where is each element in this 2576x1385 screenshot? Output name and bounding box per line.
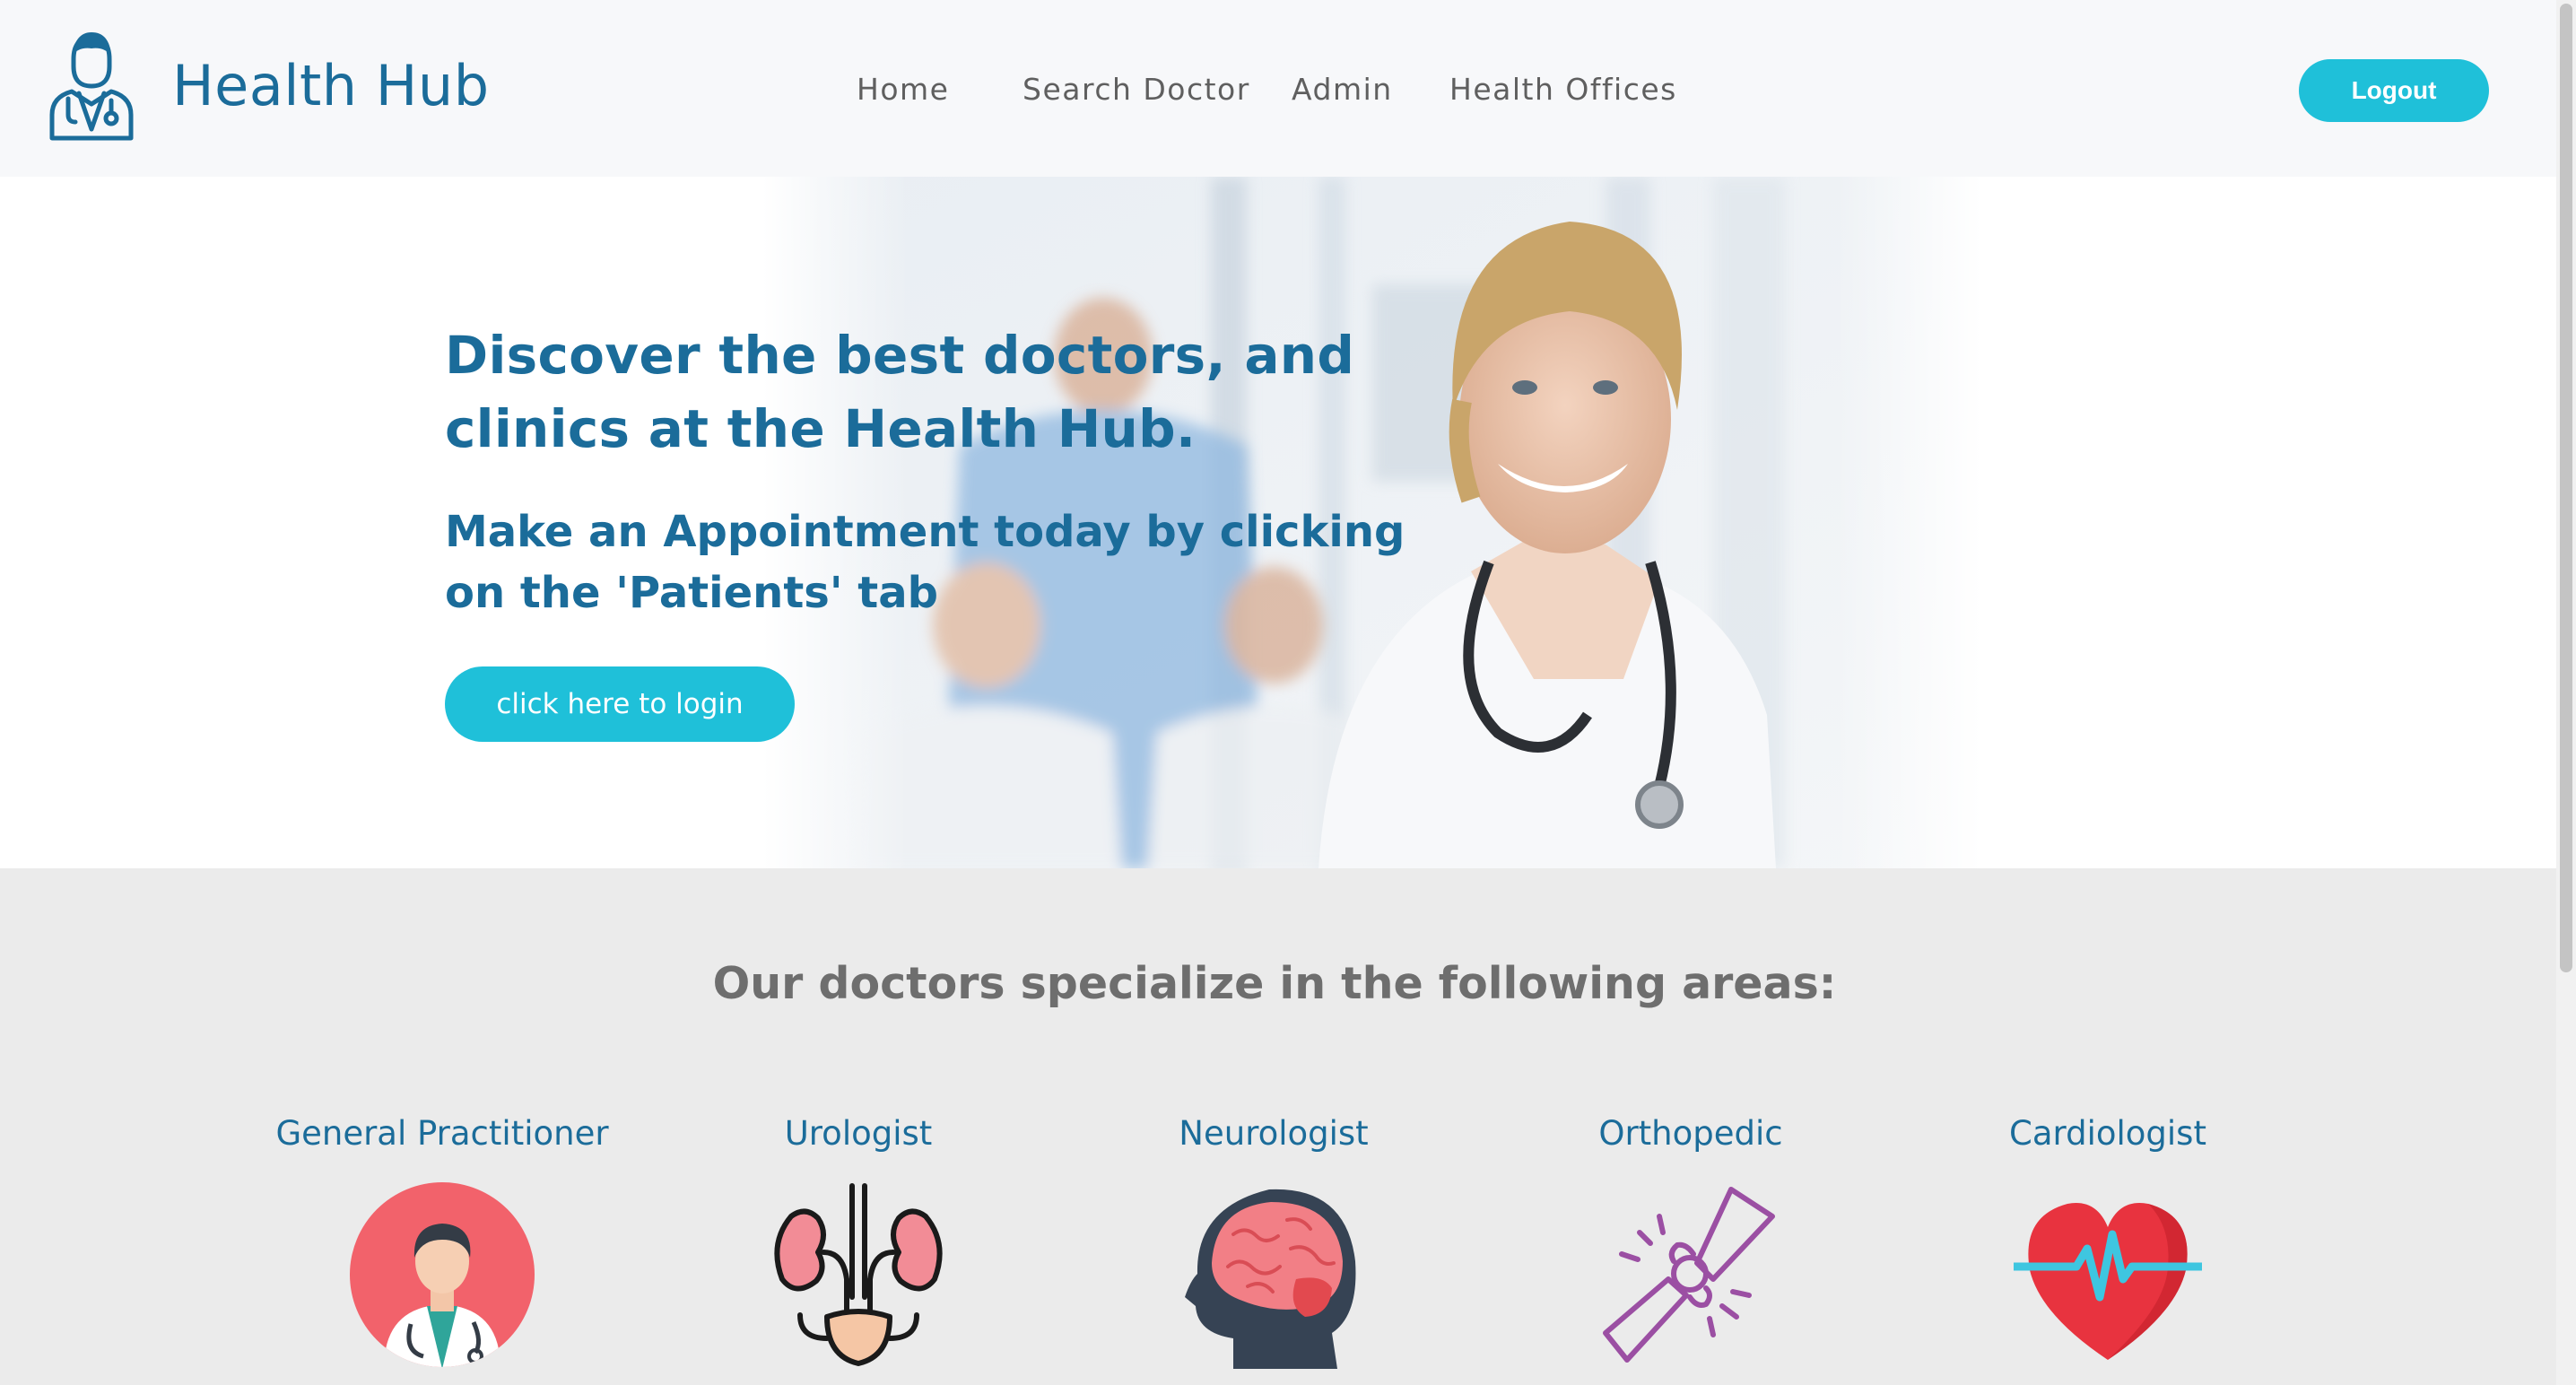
nav-admin[interactable]: Admin	[1292, 65, 1393, 115]
main-nav: Home Search Doctor Admin Health Offices	[0, 65, 2556, 115]
hero-text-block: Discover the best doctors, and clinics a…	[445, 318, 1476, 623]
brain-head-icon	[1185, 1189, 1356, 1369]
hero-subheading: Make an Appointment today by clicking on…	[445, 501, 1476, 623]
specialties-section: Our doctors specialize in the following …	[0, 868, 2556, 1385]
page-scrollbar[interactable]	[2556, 0, 2576, 1385]
page-scrollbar-thumb[interactable]	[2560, 4, 2572, 972]
hero-heading-line-2: clinics at the Health Hub.	[445, 398, 1197, 459]
specialties-title: Our doctors specialize in the following …	[712, 958, 1837, 1009]
specialty-label: Urologist	[784, 1114, 933, 1153]
nav-home[interactable]: Home	[857, 65, 949, 115]
specialty-general-practitioner[interactable]: General Practitioner	[254, 1111, 631, 1369]
specialty-neurologist[interactable]: Neurologist	[1085, 1111, 1462, 1369]
specialty-cardiologist[interactable]: Cardiologist	[1919, 1111, 2296, 1369]
hero-section: Discover the best doctors, and clinics a…	[0, 177, 2556, 868]
nav-search-doctor[interactable]: Search Doctor	[1023, 65, 1250, 115]
specialty-label: Orthopedic	[1598, 1114, 1783, 1153]
doctor-avatar-icon	[350, 1182, 535, 1367]
specialty-label: Neurologist	[1179, 1114, 1369, 1153]
hero-subheading-line-2: on the 'Patients' tab	[445, 568, 938, 618]
specialty-orthopedic[interactable]: Orthopedic	[1502, 1111, 1879, 1369]
login-button[interactable]: click here to login	[445, 666, 795, 742]
hero-subheading-line-1: Make an Appointment today by clicking	[445, 507, 1405, 557]
logout-button[interactable]: Logout	[2299, 59, 2489, 122]
navbar: Health Hub Home Search Doctor Admin Heal…	[0, 0, 2556, 177]
hero-heading-line-1: Discover the best doctors, and	[445, 325, 1355, 386]
specialty-label: General Practitioner	[275, 1114, 609, 1153]
kidneys-icon	[774, 1183, 943, 1366]
heartbeat-icon	[2014, 1203, 2202, 1360]
specialty-urologist[interactable]: Urologist	[670, 1111, 1047, 1369]
nav-health-offices[interactable]: Health Offices	[1449, 65, 1677, 115]
hero-heading: Discover the best doctors, and clinics a…	[445, 318, 1476, 466]
specialty-label: Cardiologist	[2009, 1114, 2206, 1153]
bone-joint-icon	[1603, 1187, 1775, 1363]
